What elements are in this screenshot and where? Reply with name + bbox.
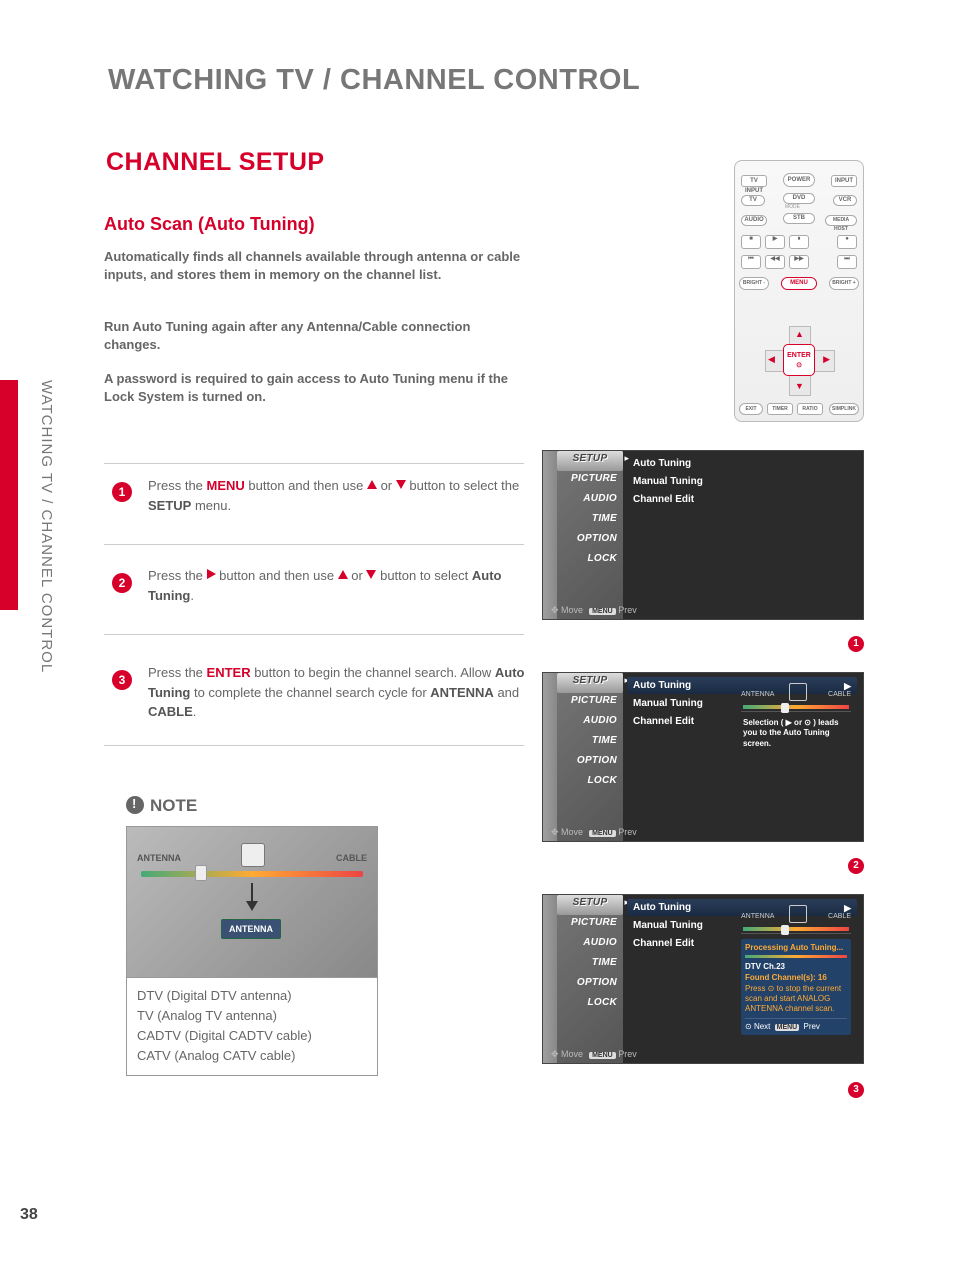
page-title: WATCHING TV / CHANNEL CONTROL (108, 64, 640, 97)
down-arrow-icon (396, 480, 406, 489)
up-arrow-icon (367, 480, 377, 489)
intro-p2: Run Auto Tuning again after any Antenna/… (104, 318, 524, 354)
step-badge-1: 1 (112, 482, 132, 502)
up-arrow-icon (338, 570, 348, 579)
processing-popup: Processing Auto Tuning... DTV Ch.23 Foun… (741, 939, 851, 1035)
figure-badge-2: 2 (848, 858, 864, 874)
power-button: POWER (783, 173, 815, 187)
step-1: Press the MENU button and then use or bu… (148, 476, 528, 515)
step-2: Press the button and then use or button … (148, 566, 528, 605)
antenna-icon (789, 683, 807, 701)
intro-p1: Automatically finds all channels availab… (104, 248, 524, 284)
subsection-heading: Auto Scan (Auto Tuning) (104, 214, 315, 235)
osd-setup-menu-3: SETUP PICTURE AUDIO TIME OPTION LOCK Aut… (542, 894, 864, 1064)
osd-setup-menu-1: SETUP PICTURE AUDIO TIME OPTION LOCK Aut… (542, 450, 864, 620)
note-box: !NOTE ANTENNA CABLE ANTENNA DTV (Digital… (126, 796, 378, 1076)
right-arrow-icon (207, 569, 216, 579)
antenna-icon (789, 905, 807, 923)
down-arrow-icon (246, 901, 258, 911)
menu-button: MENU (781, 277, 817, 290)
enter-button: ENTER⊙ (783, 344, 815, 376)
side-section-title: WATCHING TV / CHANNEL CONTROL (38, 380, 55, 673)
antenna-icon (241, 843, 265, 867)
down-arrow-icon (366, 570, 376, 579)
note-list: DTV (Digital DTV antenna) TV (Analog TV … (126, 978, 378, 1076)
figure-badge-3: 3 (848, 1082, 864, 1098)
step-3: Press the ENTER button to begin the chan… (148, 663, 528, 722)
osd-setup-menu-2: SETUP PICTURE AUDIO TIME OPTION LOCK Aut… (542, 672, 864, 842)
note-diagram: ANTENNA CABLE ANTENNA (126, 826, 378, 978)
page-number: 38 (20, 1206, 38, 1224)
remote-control-figure: TV INPUT POWER INPUT TV DVD VCR MODE STB… (734, 160, 864, 422)
step-badge-2: 2 (112, 573, 132, 593)
figure-badge-1: 1 (848, 636, 864, 652)
intro-p3: A password is required to gain access to… (104, 370, 524, 406)
step-badge-3: 3 (112, 670, 132, 690)
section-heading: CHANNEL SETUP (106, 148, 325, 177)
d-pad: ▲ ▼ ◀ ▶ ENTER⊙ (765, 326, 833, 394)
